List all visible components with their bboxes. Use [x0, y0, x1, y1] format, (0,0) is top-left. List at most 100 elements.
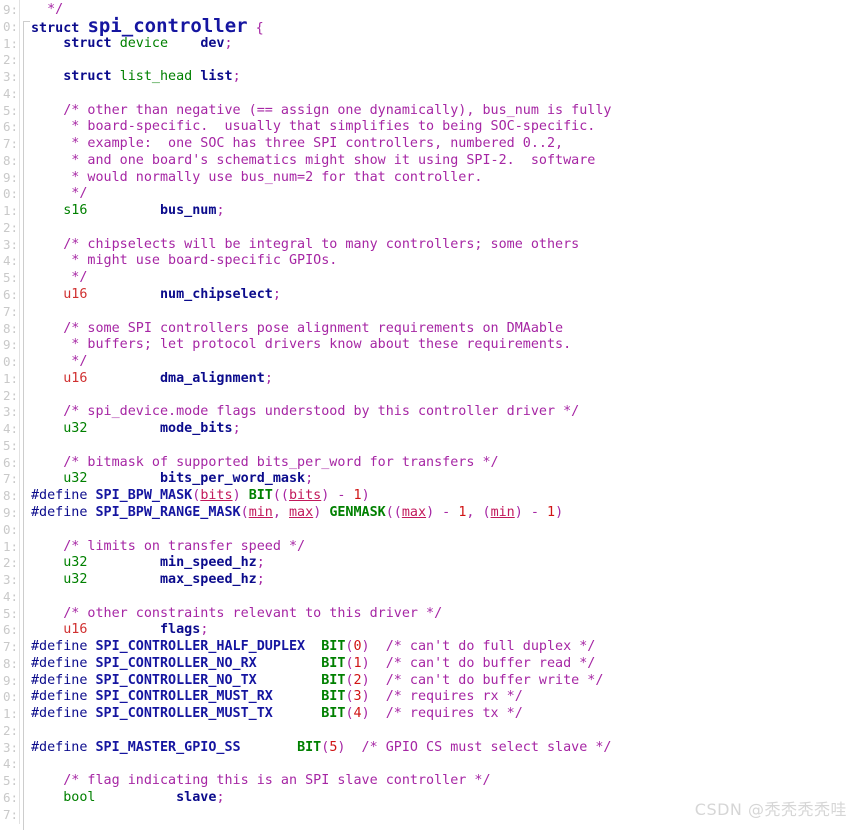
- code-token-param2: max: [401, 504, 427, 520]
- code-line[interactable]: struct spi_controller {: [31, 16, 859, 36]
- code-token-punct: ;: [200, 622, 209, 638]
- code-line[interactable]: #define SPI_CONTROLLER_NO_RX BIT(1) /* c…: [31, 656, 859, 673]
- code-line[interactable]: * board-specific. usually that simplifie…: [31, 119, 859, 136]
- code-token-comment: /* other than negative (== assign one dy…: [31, 102, 612, 118]
- code-line[interactable]: s16 bus_num;: [31, 203, 859, 220]
- code-line[interactable]: #define SPI_CONTROLLER_MUST_TX BIT(4) /*…: [31, 706, 859, 723]
- line-number: 1:: [2, 203, 18, 219]
- code-token-func: BIT: [321, 706, 346, 722]
- code-token-comment: /* some SPI controllers pose alignment r…: [31, 320, 564, 336]
- code-token-punct: (: [345, 706, 354, 722]
- code-line[interactable]: /* other constraints relevant to this dr…: [31, 606, 859, 623]
- code-token-comment: * board-specific. usually that simplifie…: [31, 119, 596, 135]
- code-token-ident: min_speed_hz: [160, 555, 257, 571]
- line-number: 3:: [2, 236, 18, 252]
- code-token-directive: #define: [31, 672, 96, 688]
- code-line[interactable]: [31, 589, 859, 606]
- code-token-number: 1: [353, 655, 362, 671]
- code-line[interactable]: [31, 388, 859, 405]
- code-token-punct: ): [555, 504, 564, 520]
- code-token-directive: #define: [31, 689, 96, 705]
- code-token-punct: ;: [232, 421, 241, 437]
- code-line[interactable]: #define SPI_MASTER_GPIO_SS BIT(5) /* GPI…: [31, 740, 859, 757]
- code-line[interactable]: /* chipselects will be integral to many …: [31, 237, 859, 254]
- line-number: 9:: [2, 337, 18, 353]
- code-line[interactable]: u16 num_chipselect;: [31, 287, 859, 304]
- code-token-ident: dev: [200, 35, 225, 51]
- code-line[interactable]: * buffers; let protocol drivers know abo…: [31, 337, 859, 354]
- code-token-comment: * would normally use bus_num=2 for that …: [31, 169, 483, 185]
- code-line[interactable]: */: [31, 270, 859, 287]
- code-token-number: 1: [547, 504, 556, 520]
- code-token-comment: /* requires rx */: [369, 689, 523, 705]
- code-line[interactable]: u16 dma_alignment;: [31, 371, 859, 388]
- code-token-punct: ((: [385, 504, 402, 520]
- code-line[interactable]: * might use board-specific GPIOs.: [31, 253, 859, 270]
- code-token-param: min: [248, 504, 273, 520]
- code-token-punct: ;: [305, 471, 314, 487]
- code-line[interactable]: #define SPI_CONTROLLER_NO_TX BIT(2) /* c…: [31, 673, 859, 690]
- code-line[interactable]: /* bitmask of supported bits_per_word fo…: [31, 455, 859, 472]
- code-token-ident: bits_per_word_mask: [160, 471, 306, 487]
- code-line[interactable]: * would normally use bus_num=2 for that …: [31, 170, 859, 187]
- code-token-punct: ((: [272, 488, 289, 504]
- line-number: 7:: [2, 806, 18, 822]
- line-number: 5:: [2, 270, 18, 286]
- code-line[interactable]: * example: one SOC has three SPI control…: [31, 136, 859, 153]
- code-line[interactable]: [31, 220, 859, 237]
- code-token-type: u32: [63, 471, 88, 487]
- code-line[interactable]: [31, 52, 859, 69]
- code-content[interactable]: */ struct spi_controller { struct device …: [31, 0, 859, 824]
- line-number: 2:: [2, 52, 18, 68]
- line-number: 6:: [2, 622, 18, 638]
- code-token-comment: /* flag indicating this is an SPI slave …: [31, 773, 491, 789]
- code-line[interactable]: u32 min_speed_hz;: [31, 555, 859, 572]
- code-line[interactable]: /* flag indicating this is an SPI slave …: [31, 773, 859, 790]
- code-viewer[interactable]: 9: 0: 1: 2: 3: 4: 5: 6: 7: 8: 9: 0: 1: 2: 3: 4: 5: 6: 7: 8:…: [0, 0, 859, 832]
- code-line[interactable]: #define SPI_CONTROLLER_HALF_DUPLEX BIT(0…: [31, 639, 859, 656]
- code-line[interactable]: */: [31, 354, 859, 371]
- code-line[interactable]: */: [31, 186, 859, 203]
- code-line[interactable]: [31, 756, 859, 773]
- code-line[interactable]: struct device dev;: [31, 36, 859, 53]
- line-number: 7:: [2, 303, 18, 319]
- code-line[interactable]: u32 mode_bits;: [31, 421, 859, 438]
- code-line[interactable]: [31, 304, 859, 321]
- fold-bracket-icon[interactable]: [23, 21, 30, 830]
- code-token-punct: ;: [216, 203, 225, 219]
- code-line[interactable]: u32 bits_per_word_mask;: [31, 471, 859, 488]
- code-token-punct: (: [345, 655, 354, 671]
- code-line[interactable]: /* limits on transfer speed */: [31, 539, 859, 556]
- code-line[interactable]: /* spi_device.mode flags understood by t…: [31, 404, 859, 421]
- code-line[interactable]: #define SPI_CONTROLLER_MUST_RX BIT(3) /*…: [31, 689, 859, 706]
- code-token-func: BIT: [321, 639, 346, 655]
- code-token-punct: ): [232, 488, 249, 504]
- code-line[interactable]: u32 max_speed_hz;: [31, 572, 859, 589]
- code-line[interactable]: /* some SPI controllers pose alignment r…: [31, 321, 859, 338]
- code-line[interactable]: [31, 86, 859, 103]
- code-token-macro: SPI_CONTROLLER_MUST_RX: [95, 689, 273, 705]
- code-line[interactable]: #define SPI_BPW_MASK(bits) BIT((bits) - …: [31, 488, 859, 505]
- code-line[interactable]: /* other than negative (== assign one dy…: [31, 103, 859, 120]
- code-line[interactable]: u16 flags;: [31, 622, 859, 639]
- line-number: 0:: [2, 186, 18, 202]
- code-token-punct: ;: [232, 69, 241, 85]
- code-token-ident: num_chipselect: [160, 287, 273, 303]
- code-token-ident: dma_alignment: [160, 370, 265, 386]
- code-line[interactable]: struct list_head list;: [31, 69, 859, 86]
- code-line[interactable]: #define SPI_BPW_RANGE_MASK(min, max) GEN…: [31, 505, 859, 522]
- code-line[interactable]: [31, 438, 859, 455]
- line-number: 3:: [2, 739, 18, 755]
- code-token-punct: (: [345, 689, 354, 705]
- code-line[interactable]: [31, 723, 859, 740]
- code-line[interactable]: * and one board's schematics might show …: [31, 153, 859, 170]
- code-token-macro: SPI_CONTROLLER_MUST_TX: [95, 706, 273, 722]
- code-token-punct: ;: [224, 35, 233, 51]
- code-token-ident: mode_bits: [160, 421, 233, 437]
- code-fold-column[interactable]: [20, 0, 31, 832]
- code-line[interactable]: [31, 522, 859, 539]
